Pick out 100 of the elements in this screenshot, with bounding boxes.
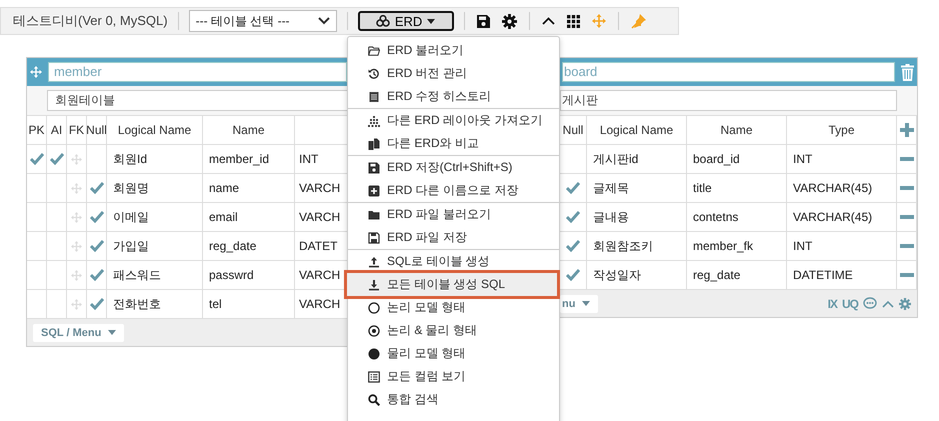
caret-down-icon: [582, 301, 590, 306]
column-name-cell[interactable]: tel: [203, 290, 295, 318]
check-icon[interactable]: [90, 240, 104, 252]
column-type-cell[interactable]: INT: [787, 145, 897, 173]
column-header: Logical Name: [107, 116, 203, 144]
menu-item[interactable]: 통합 검색: [348, 388, 559, 411]
circle-icon: [368, 302, 380, 314]
remove-column-icon[interactable]: [900, 157, 914, 161]
logical-name-cell[interactable]: 전화번호: [107, 290, 203, 318]
logical-name-cell[interactable]: 회원참조키: [587, 232, 687, 260]
column-name-cell[interactable]: member_id: [203, 145, 295, 173]
logical-name-cell[interactable]: 이메일: [107, 203, 203, 231]
menu-item[interactable]: ERD 파일 저장: [348, 226, 559, 249]
column-name-cell[interactable]: title: [687, 174, 787, 202]
column-name-cell[interactable]: board_id: [687, 145, 787, 173]
copy-icon: [368, 138, 380, 150]
menu-item[interactable]: ERD 버전 관리: [348, 62, 559, 85]
column-name-cell[interactable]: reg_date: [687, 261, 787, 289]
column-name-cell[interactable]: email: [203, 203, 295, 231]
logical-name-cell[interactable]: 작성일자: [587, 261, 687, 289]
erd-button[interactable]: ERD: [358, 11, 454, 31]
column-type-cell[interactable]: VARCH: [295, 261, 349, 289]
table-comment-field[interactable]: 회원테이블: [47, 90, 349, 111]
table-select[interactable]: --- 테이블 선택 ---: [188, 10, 337, 32]
logical-name-cell[interactable]: 글내용: [587, 203, 687, 231]
logical-name-cell[interactable]: 글제목: [587, 174, 687, 202]
database-title: 테스트디비(Ver 0, MySQL): [13, 12, 168, 30]
logical-name-cell[interactable]: 게시판id: [587, 145, 687, 173]
check-icon[interactable]: [566, 182, 580, 194]
add-column-icon[interactable]: [900, 123, 914, 137]
logical-name-cell[interactable]: 패스워드: [107, 261, 203, 289]
move-icon[interactable]: [30, 66, 42, 78]
dot-circle-icon: [368, 324, 380, 336]
menu-button[interactable]: nu: [560, 294, 598, 312]
column-header: Logical Name: [587, 116, 687, 144]
folder-icon: [368, 208, 380, 220]
check-icon[interactable]: [50, 153, 64, 165]
column-header: Name: [687, 116, 787, 144]
column-type-cell[interactable]: VARCH: [295, 203, 349, 231]
check-icon[interactable]: [90, 298, 104, 310]
column-type-cell[interactable]: INT: [787, 232, 897, 260]
menu-item[interactable]: ERD 수정 히스토리: [348, 85, 559, 108]
menu-item[interactable]: SQL로 테이블 생성: [348, 250, 559, 273]
trash-icon[interactable]: [901, 64, 914, 80]
menu-item[interactable]: ERD 파일 불러오기: [348, 203, 559, 226]
check-icon[interactable]: [566, 269, 580, 281]
column-name-cell[interactable]: contetns: [687, 203, 787, 231]
folder-icon: [368, 44, 380, 56]
save-icon[interactable]: [476, 14, 490, 28]
sql-menu-button[interactable]: SQL / Menu: [33, 324, 124, 342]
remove-column-icon[interactable]: [900, 244, 914, 248]
save-icon: [368, 162, 380, 174]
remove-column-icon[interactable]: [900, 273, 914, 277]
column-name-cell[interactable]: passwrd: [203, 261, 295, 289]
column-type-cell[interactable]: DATETIME: [787, 261, 897, 289]
comment-icon[interactable]: [863, 297, 877, 310]
logical-name-cell[interactable]: 회원명: [107, 174, 203, 202]
logical-name-cell[interactable]: 가입일: [107, 232, 203, 260]
menu-item[interactable]: ERD 저장(Ctrl+Shift+S): [348, 156, 559, 179]
settings-icon[interactable]: [502, 14, 517, 28]
grid-icon[interactable]: [566, 14, 580, 28]
column-type-cell[interactable]: VARCH: [295, 290, 349, 318]
check-icon[interactable]: [566, 240, 580, 252]
menu-item[interactable]: 다른 ERD 레이아웃 가져오기: [348, 109, 559, 132]
menu-item[interactable]: 모든 테이블 생성 SQL: [347, 273, 557, 296]
table-comment-field[interactable]: 게시판: [560, 90, 897, 111]
logical-name-cell[interactable]: 회원Id: [107, 145, 203, 173]
menu-item[interactable]: ERD 다른 이름으로 저장: [348, 179, 559, 202]
menu-item[interactable]: ERD 불러오기: [348, 39, 559, 62]
pin-icon[interactable]: [630, 13, 647, 29]
list-icon: [368, 90, 380, 102]
upload-icon: [368, 256, 380, 268]
check-icon[interactable]: [566, 211, 580, 223]
column-type-cell[interactable]: INT: [295, 145, 349, 173]
list-icon: [368, 370, 380, 382]
chevron-down-icon: [318, 17, 330, 25]
filled-circle-icon: [368, 348, 380, 360]
column-type-cell[interactable]: VARCHAR(45): [787, 203, 897, 231]
menu-item[interactable]: 다른 ERD와 비교: [348, 132, 559, 155]
column-header: Null: [87, 116, 107, 144]
column-type-cell[interactable]: VARCH: [295, 174, 349, 202]
caret-up-icon[interactable]: [542, 17, 555, 25]
remove-column-icon[interactable]: [900, 186, 914, 190]
column-header: FK: [67, 116, 87, 144]
column-name-cell[interactable]: reg_date: [203, 232, 295, 260]
column-name-cell[interactable]: member_fk: [687, 232, 787, 260]
column-type-cell[interactable]: DATET: [295, 232, 349, 260]
column-header: PK: [27, 116, 47, 144]
column-name-cell[interactable]: name: [203, 174, 295, 202]
menu-item[interactable]: 물리 모델 형태: [348, 342, 559, 365]
check-icon[interactable]: [90, 269, 104, 281]
check-icon[interactable]: [30, 153, 44, 165]
move-icon[interactable]: [592, 14, 606, 28]
menu-item[interactable]: 논리 모델 형태: [348, 296, 559, 319]
remove-column-icon[interactable]: [900, 215, 914, 219]
menu-item[interactable]: 모든 컬럼 보기: [348, 365, 559, 388]
menu-item[interactable]: 논리 & 물리 형태: [348, 319, 559, 342]
check-icon[interactable]: [90, 182, 104, 194]
column-type-cell[interactable]: VARCHAR(45): [787, 174, 897, 202]
check-icon[interactable]: [90, 211, 104, 223]
